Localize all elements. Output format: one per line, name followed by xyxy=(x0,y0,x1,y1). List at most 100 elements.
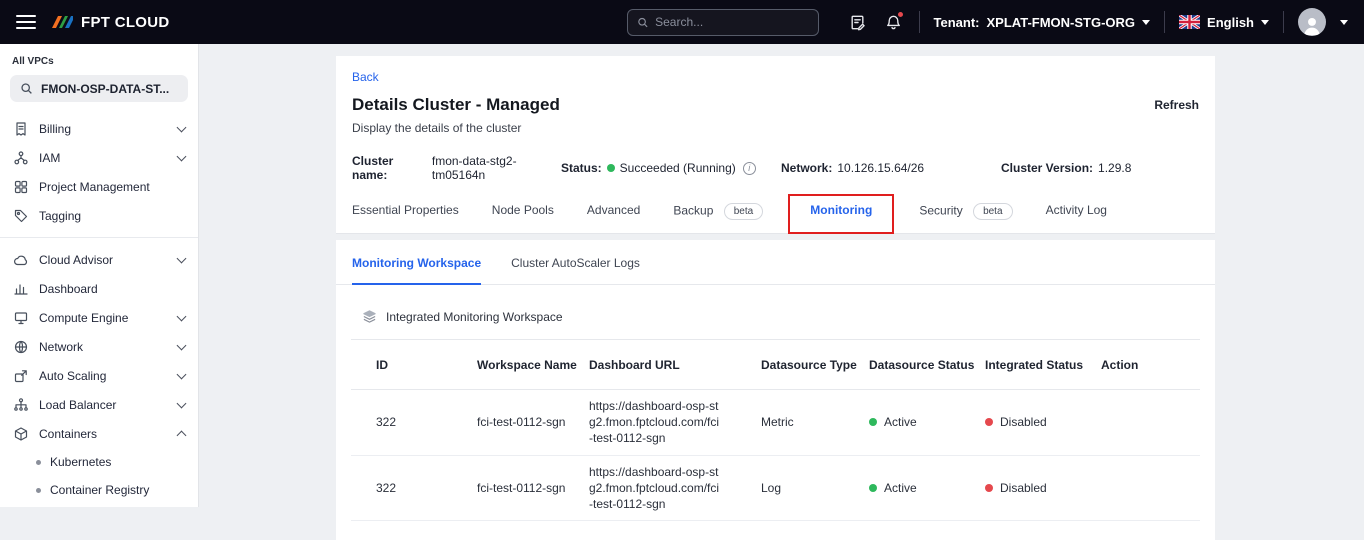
beta-badge: beta xyxy=(724,203,763,220)
table-row: 322 fci-test-0112-sgn https://dashboard-… xyxy=(351,456,1200,522)
table-row: 322 fci-test-0112-sgn https://dashboard-… xyxy=(351,390,1200,456)
sidebar-item-project-management[interactable]: Project Management xyxy=(0,172,198,201)
brand-logo[interactable]: FPT CLOUD xyxy=(50,14,170,31)
cell-datasource-type: Metric xyxy=(761,415,869,429)
tab-essential-properties[interactable]: Essential Properties xyxy=(352,203,459,233)
tab-label: Activity Log xyxy=(1046,203,1107,217)
sidebar-item-load-balancer[interactable]: Load Balancer xyxy=(0,390,198,419)
col-header-datasource-type: Datasource Type xyxy=(761,358,869,372)
meta-cluster-version: Cluster Version: 1.29.8 xyxy=(1001,161,1131,175)
workspace-table: ID Workspace Name Dashboard URL Datasour… xyxy=(351,339,1200,521)
dashboard-icon xyxy=(13,281,29,297)
notifications-bell-icon[interactable] xyxy=(883,11,905,33)
load-balancer-icon xyxy=(13,397,29,413)
tab-backup[interactable]: Backup beta xyxy=(673,203,763,233)
tab-security[interactable]: Security beta xyxy=(919,203,1012,233)
cell-workspace-name: fci-test-0112-sgn xyxy=(477,415,589,429)
section-title: Integrated Monitoring Workspace xyxy=(386,310,563,324)
cell-dashboard-url[interactable]: https://dashboard-osp-stg2.fmon.fptcloud… xyxy=(589,464,729,513)
refresh-button[interactable]: Refresh xyxy=(1154,98,1199,112)
chevron-down-icon xyxy=(1261,20,1269,25)
col-header-workspace-name: Workspace Name xyxy=(477,358,589,372)
sidebar-subitem-kubernetes[interactable]: Kubernetes xyxy=(0,448,198,476)
tab-node-pools[interactable]: Node Pools xyxy=(492,203,554,233)
sidebar-subitem-label: Kubernetes xyxy=(50,455,111,469)
sidebar-item-label: Auto Scaling xyxy=(39,369,168,383)
cell-datasource-status: Active xyxy=(869,481,985,495)
tagging-icon xyxy=(13,208,29,224)
chevron-down-icon xyxy=(177,122,187,132)
sidebar-item-label: Network xyxy=(39,340,168,354)
disabled-status-dot-icon xyxy=(985,418,993,426)
sidebar-item-label: Cloud Advisor xyxy=(39,253,168,267)
language-selector[interactable]: English xyxy=(1179,15,1269,30)
sidebar-item-tagging[interactable]: Tagging xyxy=(0,201,198,230)
notification-badge xyxy=(896,10,905,19)
status-value: Succeeded (Running) xyxy=(620,161,736,175)
search-icon xyxy=(20,82,33,95)
network-icon xyxy=(13,339,29,355)
sidebar-item-label: IAM xyxy=(39,151,168,165)
active-status-dot-icon xyxy=(869,418,877,426)
cell-dashboard-url[interactable]: https://dashboard-osp-stg2.fmon.fptcloud… xyxy=(589,398,729,447)
active-status-dot-icon xyxy=(869,484,877,492)
meta-network: Network: 10.126.15.64/26 xyxy=(781,161,1001,175)
page-title: Details Cluster - Managed xyxy=(352,95,560,115)
integrated-workspace-section-header: Integrated Monitoring Workspace xyxy=(352,309,1199,324)
cell-integrated-status: Disabled xyxy=(985,481,1101,495)
col-header-dashboard-url: Dashboard URL xyxy=(589,358,761,372)
sidebar-item-cloud-advisor[interactable]: Cloud Advisor xyxy=(0,245,198,274)
user-avatar[interactable] xyxy=(1298,8,1326,36)
cell-id: 322 xyxy=(376,415,477,429)
monitoring-subtabs: Monitoring Workspace Cluster AutoScaler … xyxy=(336,240,1215,285)
sidebar-nav: Billing IAM Project Management Tagging C… xyxy=(0,114,198,507)
user-icon xyxy=(1300,14,1324,36)
tenant-selector[interactable]: Tenant: XPLAT-FMON-STG-ORG xyxy=(934,15,1151,30)
status-text: Disabled xyxy=(1000,481,1047,495)
tab-advanced[interactable]: Advanced xyxy=(587,203,640,233)
cluster-details-card: Back Details Cluster - Managed Refresh D… xyxy=(336,56,1215,234)
sidebar-subitem-label: Container Registry xyxy=(50,483,149,497)
sidebar-item-iam[interactable]: IAM xyxy=(0,143,198,172)
billing-icon xyxy=(13,121,29,137)
sidebar-item-billing[interactable]: Billing xyxy=(0,114,198,143)
search-input[interactable] xyxy=(655,15,808,29)
menu-toggle-icon[interactable] xyxy=(16,15,36,29)
network-label: Network: xyxy=(781,161,832,175)
status-label: Status: xyxy=(561,161,602,175)
feedback-icon[interactable] xyxy=(847,11,869,33)
vpc-selector[interactable]: FMON-OSP-DATA-ST... xyxy=(10,75,188,102)
subtab-monitoring-workspace[interactable]: Monitoring Workspace xyxy=(352,256,481,285)
sidebar-subitem-container-registry[interactable]: Container Registry xyxy=(0,476,198,504)
tab-label: Security xyxy=(919,204,962,218)
sidebar-item-compute-engine[interactable]: Compute Engine xyxy=(0,303,198,332)
sidebar-item-dashboard[interactable]: Dashboard xyxy=(0,274,198,303)
version-value: 1.29.8 xyxy=(1098,161,1131,175)
layers-icon xyxy=(362,309,377,324)
tenant-value: XPLAT-FMON-STG-ORG xyxy=(987,15,1136,30)
chevron-down-icon xyxy=(177,311,187,321)
sidebar-item-network[interactable]: Network xyxy=(0,332,198,361)
sidebar-divider xyxy=(0,237,198,238)
sidebar-item-auto-scaling[interactable]: Auto Scaling xyxy=(0,361,198,390)
all-vpcs-label: All VPCs xyxy=(0,44,198,75)
sidebar-item-label: Project Management xyxy=(39,180,185,194)
iam-icon xyxy=(13,150,29,166)
info-icon[interactable]: i xyxy=(743,162,756,175)
status-text: Active xyxy=(884,481,917,495)
tab-label: Essential Properties xyxy=(352,203,459,217)
sidebar-item-label: Tagging xyxy=(39,209,185,223)
tab-activity-log[interactable]: Activity Log xyxy=(1046,203,1107,233)
subtab-cluster-autoscaler-logs[interactable]: Cluster AutoScaler Logs xyxy=(511,256,640,284)
sidebar-item-label: Billing xyxy=(39,122,168,136)
cell-integrated-status: Disabled xyxy=(985,415,1101,429)
global-search[interactable] xyxy=(627,9,819,36)
back-link[interactable]: Back xyxy=(352,70,379,84)
tab-monitoring[interactable]: Monitoring xyxy=(796,203,886,234)
meta-cluster-name: Cluster name: fmon-data-stg2-tm05164n xyxy=(352,154,561,182)
sidebar-item-containers[interactable]: Containers xyxy=(0,419,198,448)
uk-flag-icon xyxy=(1179,15,1200,29)
user-menu-chevron-icon[interactable] xyxy=(1340,20,1348,25)
monitoring-card: Monitoring Workspace Cluster AutoScaler … xyxy=(336,240,1215,540)
brand-text: FPT CLOUD xyxy=(81,14,170,31)
